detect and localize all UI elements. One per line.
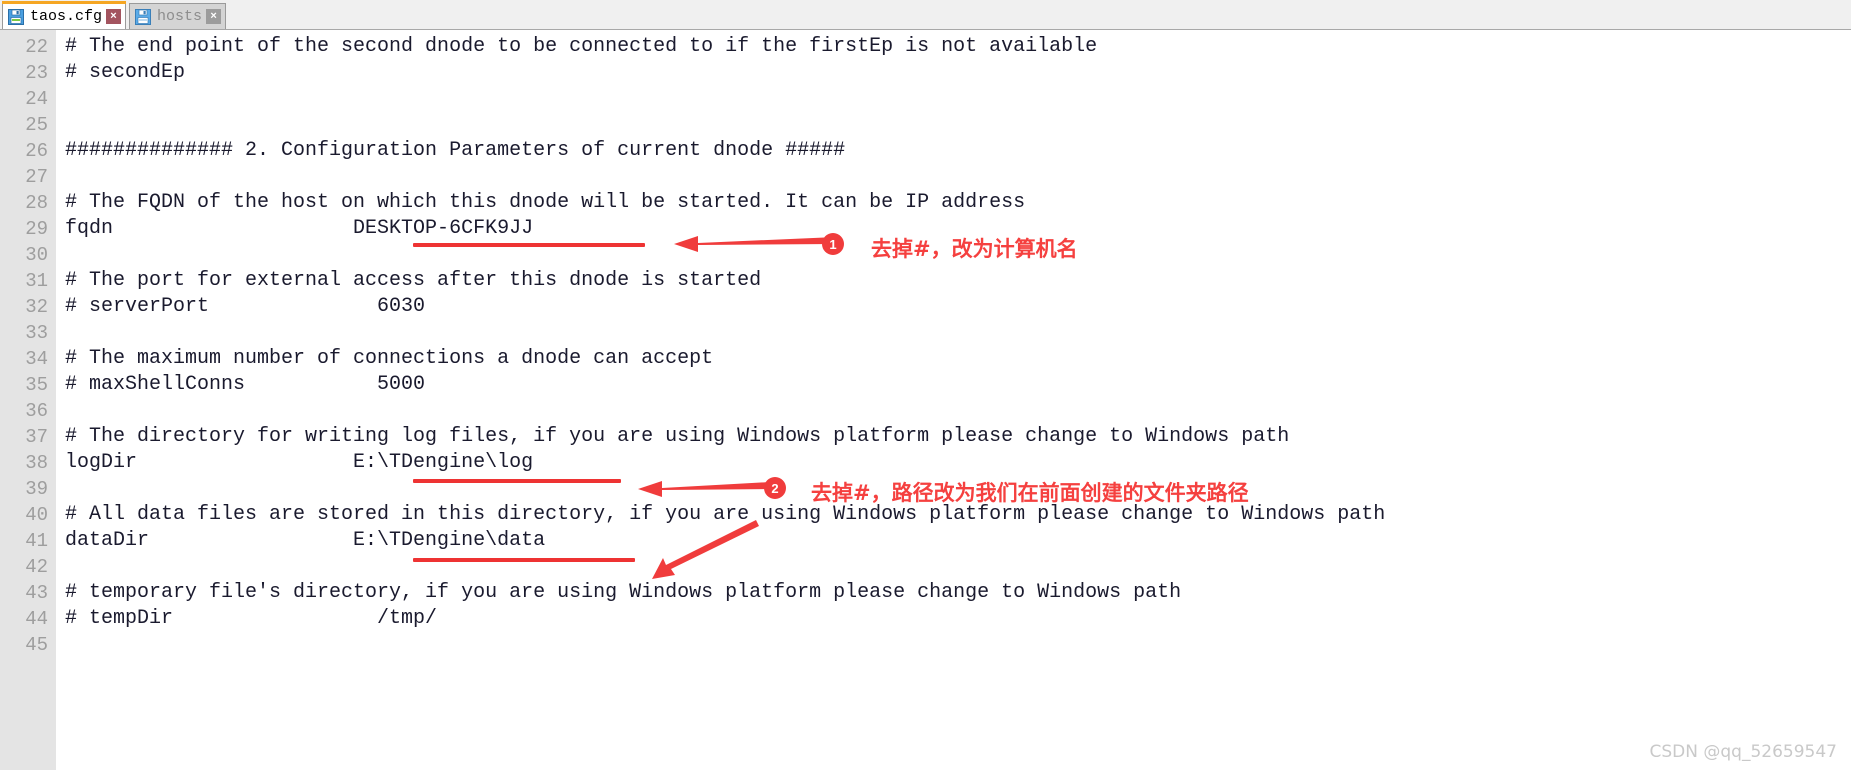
- line-number: 27: [0, 164, 56, 190]
- code-line[interactable]: 28 # The FQDN of the host on which this d…: [0, 190, 1851, 216]
- tab-label: taos.cfg: [30, 8, 103, 25]
- line-number: 34: [0, 346, 56, 372]
- code-line[interactable]: 22 # The end point of the second dnode to…: [0, 34, 1851, 60]
- line-text[interactable]: [56, 320, 65, 346]
- line-number: 41: [0, 528, 56, 554]
- line-number: 23: [0, 60, 56, 86]
- line-text[interactable]: # maxShellConns 5000: [56, 372, 425, 398]
- line-text[interactable]: # The end point of the second dnode to b…: [56, 34, 1097, 60]
- line-number: 35: [0, 372, 56, 398]
- tab-taos-cfg[interactable]: taos.cfg ×: [1, 1, 127, 29]
- line-text[interactable]: [56, 86, 65, 112]
- tab-label: hosts: [157, 8, 203, 25]
- line-number: 38: [0, 450, 56, 476]
- code-line[interactable]: 45: [0, 632, 1851, 658]
- line-text[interactable]: # The directory for writing log files, i…: [56, 424, 1289, 450]
- line-number: 42: [0, 554, 56, 580]
- line-text[interactable]: # The port for external access after thi…: [56, 268, 761, 294]
- code-line[interactable]: 41 dataDir E:\TDengine\data: [0, 528, 1851, 554]
- code-line[interactable]: 34 # The maximum number of connections a …: [0, 346, 1851, 372]
- line-text[interactable]: # temporary file's directory, if you are…: [56, 580, 1181, 606]
- code-content[interactable]: 22 # The end point of the second dnode to…: [0, 30, 1851, 658]
- line-number: 37: [0, 424, 56, 450]
- line-text[interactable]: [56, 476, 65, 502]
- line-text[interactable]: [56, 632, 65, 658]
- line-text[interactable]: logDir E:\TDengine\log: [56, 450, 533, 476]
- line-text[interactable]: fqdn DESKTOP-6CFK9JJ: [56, 216, 533, 242]
- code-line[interactable]: 29 fqdn DESKTOP-6CFK9JJ: [0, 216, 1851, 242]
- watermark: CSDN @qq_52659547: [1649, 742, 1837, 762]
- code-line[interactable]: 35 # maxShellConns 5000: [0, 372, 1851, 398]
- close-icon[interactable]: ×: [206, 9, 222, 24]
- line-text[interactable]: # serverPort 6030: [56, 294, 425, 320]
- line-number: 28: [0, 190, 56, 216]
- line-number: 22: [0, 34, 56, 60]
- code-line[interactable]: 26 ############## 2. Configuration Parame…: [0, 138, 1851, 164]
- close-icon[interactable]: ×: [106, 9, 122, 24]
- code-line[interactable]: 44 # tempDir /tmp/: [0, 606, 1851, 632]
- code-line[interactable]: 37 # The directory for writing log files,…: [0, 424, 1851, 450]
- line-text[interactable]: # secondEp: [56, 60, 185, 86]
- line-number: 33: [0, 320, 56, 346]
- line-text[interactable]: [56, 164, 65, 190]
- line-text[interactable]: [56, 112, 65, 138]
- line-number: 31: [0, 268, 56, 294]
- code-editor[interactable]: 22 # The end point of the second dnode to…: [0, 30, 1851, 770]
- code-line[interactable]: 25: [0, 112, 1851, 138]
- line-number: 24: [0, 86, 56, 112]
- line-number: 45: [0, 632, 56, 658]
- line-text[interactable]: # The maximum number of connections a dn…: [56, 346, 713, 372]
- line-number: 30: [0, 242, 56, 268]
- floppy-disk-icon: [135, 8, 152, 25]
- line-number: 43: [0, 580, 56, 606]
- code-line[interactable]: 24: [0, 86, 1851, 112]
- line-text[interactable]: [56, 398, 65, 424]
- code-line[interactable]: 40 # All data files are stored in this di…: [0, 502, 1851, 528]
- line-number: 25: [0, 112, 56, 138]
- line-number: 40: [0, 502, 56, 528]
- line-text[interactable]: [56, 242, 65, 268]
- line-number: 39: [0, 476, 56, 502]
- code-line[interactable]: 42: [0, 554, 1851, 580]
- line-number: 44: [0, 606, 56, 632]
- code-line[interactable]: 38 logDir E:\TDengine\log: [0, 450, 1851, 476]
- tab-bar: taos.cfg × hosts ×: [0, 0, 1851, 30]
- line-number: 32: [0, 294, 56, 320]
- floppy-disk-icon: [8, 8, 24, 25]
- code-line[interactable]: 23 # secondEp: [0, 60, 1851, 86]
- line-text[interactable]: # tempDir /tmp/: [56, 606, 437, 632]
- line-text[interactable]: # The FQDN of the host on which this dno…: [56, 190, 1025, 216]
- code-line[interactable]: 31 # The port for external access after t…: [0, 268, 1851, 294]
- code-line[interactable]: 33: [0, 320, 1851, 346]
- line-number: 36: [0, 398, 56, 424]
- line-text[interactable]: dataDir E:\TDengine\data: [56, 528, 545, 554]
- line-number: 26: [0, 138, 56, 164]
- line-text[interactable]: ############## 2. Configuration Paramete…: [56, 138, 845, 164]
- code-line[interactable]: 36: [0, 398, 1851, 424]
- tab-hosts[interactable]: hosts ×: [129, 3, 227, 29]
- code-line[interactable]: 27: [0, 164, 1851, 190]
- code-line[interactable]: 39: [0, 476, 1851, 502]
- line-number: 29: [0, 216, 56, 242]
- code-line[interactable]: 43 # temporary file's directory, if you a…: [0, 580, 1851, 606]
- code-line[interactable]: 32 # serverPort 6030: [0, 294, 1851, 320]
- line-text[interactable]: # All data files are stored in this dire…: [56, 502, 1385, 528]
- line-text[interactable]: [56, 554, 65, 580]
- code-line[interactable]: 30: [0, 242, 1851, 268]
